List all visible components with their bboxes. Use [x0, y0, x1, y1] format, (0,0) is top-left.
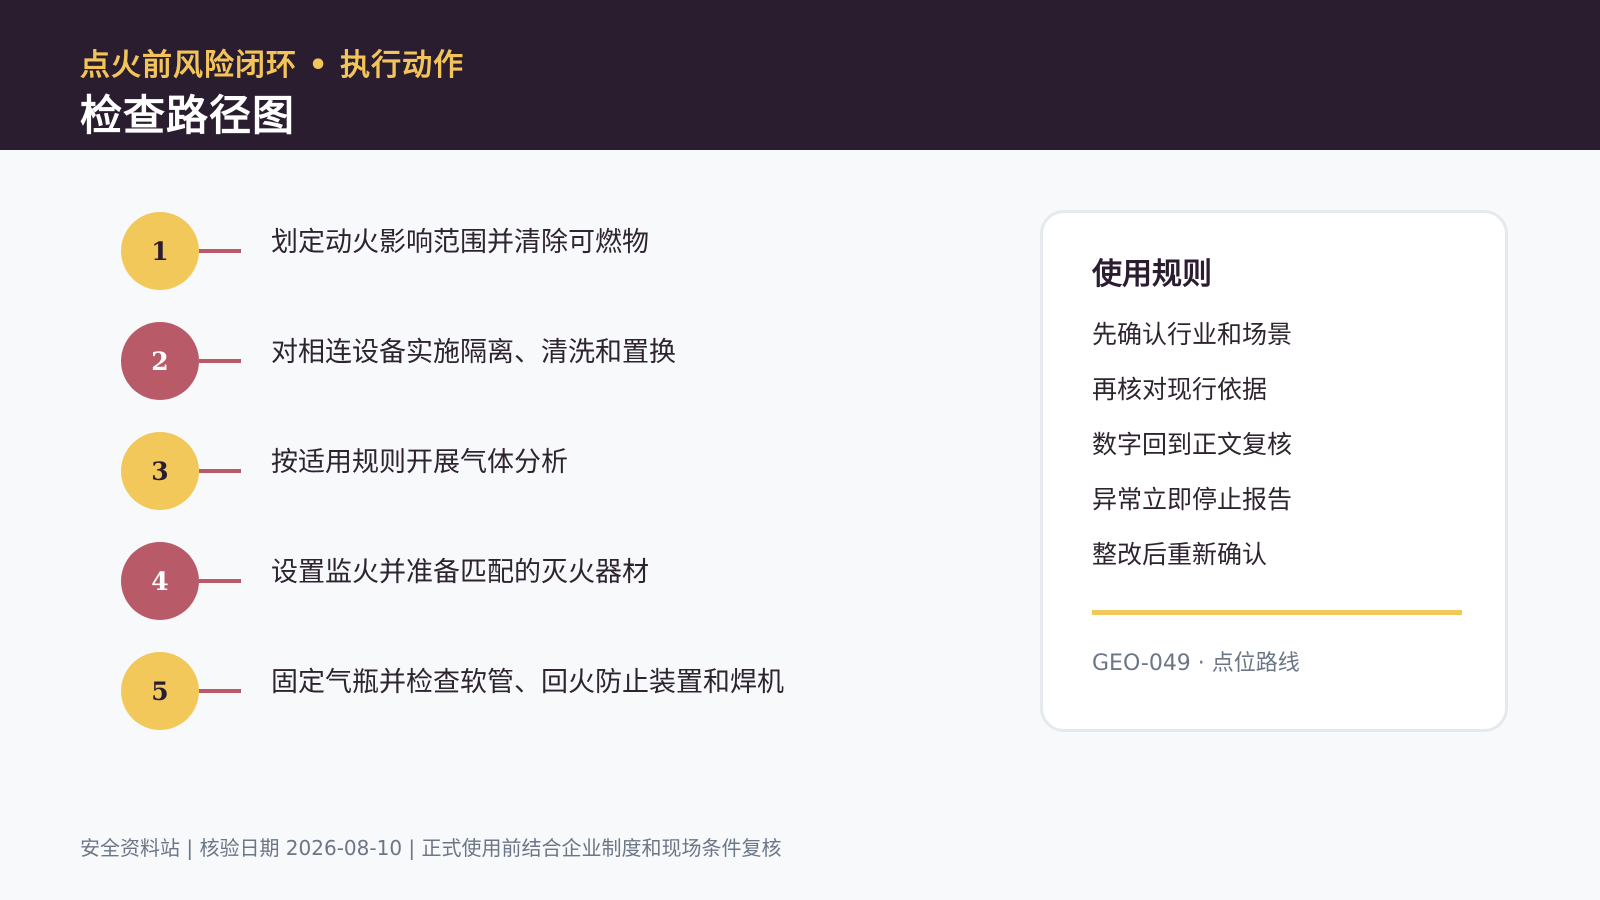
step-label: 设置监火并准备匹配的灭火器材 [271, 557, 649, 588]
rule-item: 异常立即停止报告 [1092, 485, 1293, 514]
rule-item: 先确认行业和场景 [1092, 320, 1293, 349]
step-item-3: 3 按适用规则开展气体分析 [121, 432, 821, 512]
step-label: 划定动火影响范围并清除可燃物 [271, 227, 649, 258]
step-connector [199, 689, 241, 693]
header-bar: 点火前风险闭环 • 执行动作 检查路径图 [0, 0, 1600, 150]
step-item-5: 5 固定气瓶并检查软管、回火防止装置和焊机 [121, 652, 821, 732]
step-label: 按适用规则开展气体分析 [271, 447, 568, 478]
usage-rules-card: 使用规则 先确认行业和场景 再核对现行依据 数字回到正文复核 异常立即停止报告 … [1040, 210, 1508, 732]
step-connector [199, 359, 241, 363]
step-item-2: 2 对相连设备实施隔离、清洗和置换 [121, 322, 821, 402]
step-connector [199, 469, 241, 473]
step-number-badge: 5 [121, 652, 199, 730]
step-label: 固定气瓶并检查软管、回火防止装置和焊机 [271, 667, 784, 698]
step-number-badge: 1 [121, 212, 199, 290]
step-connector [199, 249, 241, 253]
step-number-badge: 3 [121, 432, 199, 510]
card-title: 使用规则 [1092, 257, 1212, 292]
card-divider [1092, 610, 1462, 615]
slide-page: 点火前风险闭环 • 执行动作 检查路径图 1 划定动火影响范围并清除可燃物 2 … [0, 0, 1600, 900]
footer-note: 安全资料站 | 核验日期 2026-08-10 | 正式使用前结合企业制度和现场… [80, 836, 782, 860]
step-item-4: 4 设置监火并准备匹配的灭火器材 [121, 542, 821, 622]
rule-item: 数字回到正文复核 [1092, 430, 1293, 459]
rule-item: 再核对现行依据 [1092, 375, 1268, 404]
step-number-badge: 2 [121, 322, 199, 400]
header-subtitle: 点火前风险闭环 • 执行动作 [80, 48, 465, 83]
page-title: 检查路径图 [80, 91, 296, 140]
rules-list: 先确认行业和场景 再核对现行依据 数字回到正文复核 异常立即停止报告 整改后重新… [1092, 315, 1292, 590]
rule-item: 整改后重新确认 [1092, 540, 1268, 569]
step-label: 对相连设备实施隔离、清洗和置换 [271, 337, 676, 368]
card-code: GEO-049 · 点位路线 [1092, 651, 1300, 676]
step-number-badge: 4 [121, 542, 199, 620]
step-connector [199, 579, 241, 583]
step-item-1: 1 划定动火影响范围并清除可燃物 [121, 212, 821, 292]
